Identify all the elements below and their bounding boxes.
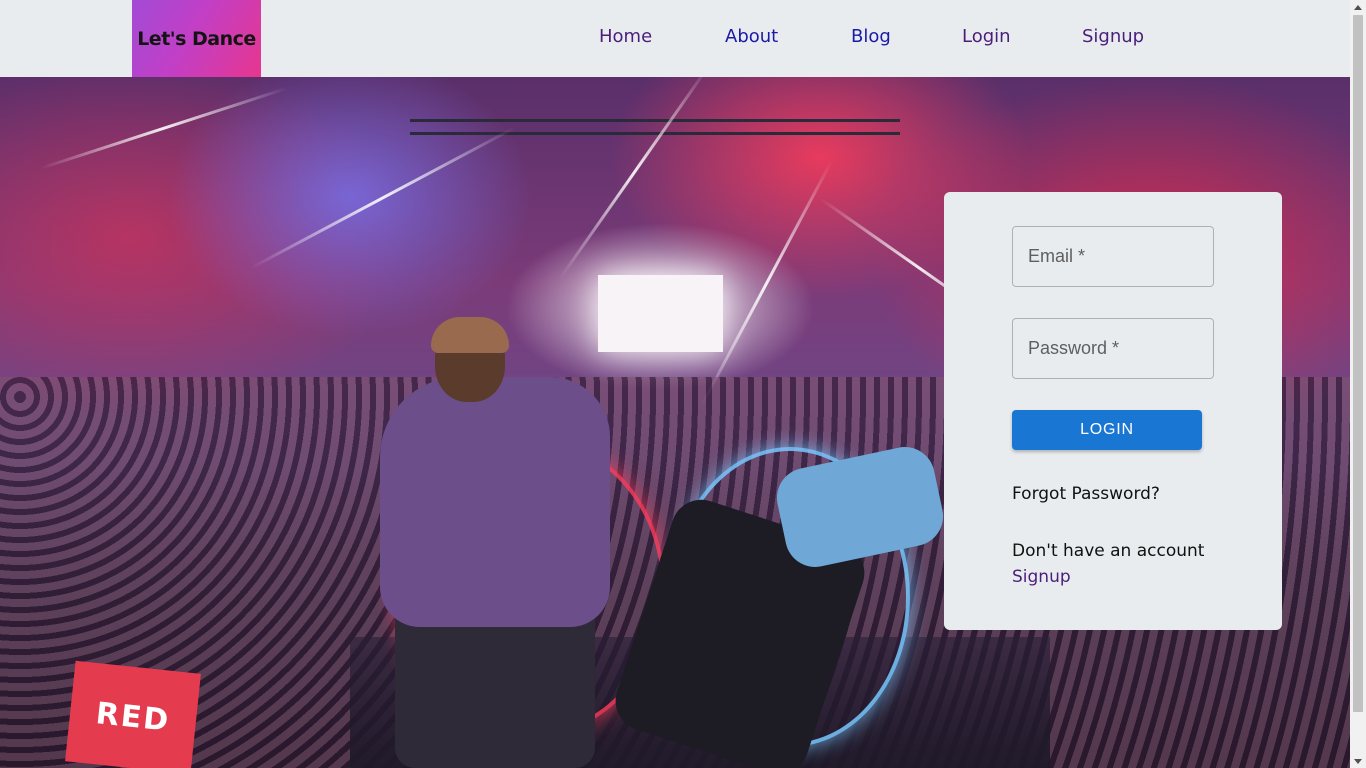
password-field[interactable]: Password * [1012, 318, 1214, 379]
dancer-body [380, 377, 610, 627]
nav-signup-link[interactable]: Signup [1082, 26, 1144, 47]
nav-blog-link[interactable]: Blog [851, 26, 891, 47]
scroll-up-arrow-icon[interactable] [1350, 0, 1366, 14]
password-label: Password * [1028, 338, 1120, 358]
scrollbar[interactable] [1350, 0, 1366, 768]
no-account-text: Don't have an account [1012, 541, 1205, 561]
stage-screen [598, 275, 723, 352]
login-button[interactable]: LOGIN [1012, 410, 1202, 450]
scroll-down-arrow-icon[interactable] [1350, 754, 1366, 768]
signup-link[interactable]: Signup [1012, 567, 1071, 587]
email-field[interactable]: Email * [1012, 226, 1214, 287]
scrollbar-thumb[interactable] [1353, 15, 1363, 712]
nav-login-link[interactable]: Login [962, 26, 1011, 47]
forgot-password-link[interactable]: Forgot Password? [1012, 484, 1160, 504]
dancer-beanie [431, 317, 509, 353]
logo-text: Let's Dance [137, 27, 256, 50]
navbar: Let's Dance Home About Blog Login Signup [0, 0, 1350, 77]
email-label: Email * [1028, 246, 1086, 266]
red-sign-text: RED [94, 696, 172, 739]
login-card: Email * Password * LOGIN Forgot Password… [944, 192, 1282, 630]
nav-about-link[interactable]: About [725, 26, 778, 47]
red-sign: RED [65, 660, 201, 768]
stage-truss [410, 119, 900, 135]
logo[interactable]: Let's Dance [132, 0, 261, 77]
nav-home-link[interactable]: Home [599, 26, 652, 47]
light-beam [249, 126, 516, 270]
light-beam [39, 86, 288, 170]
light-beam [558, 77, 711, 280]
